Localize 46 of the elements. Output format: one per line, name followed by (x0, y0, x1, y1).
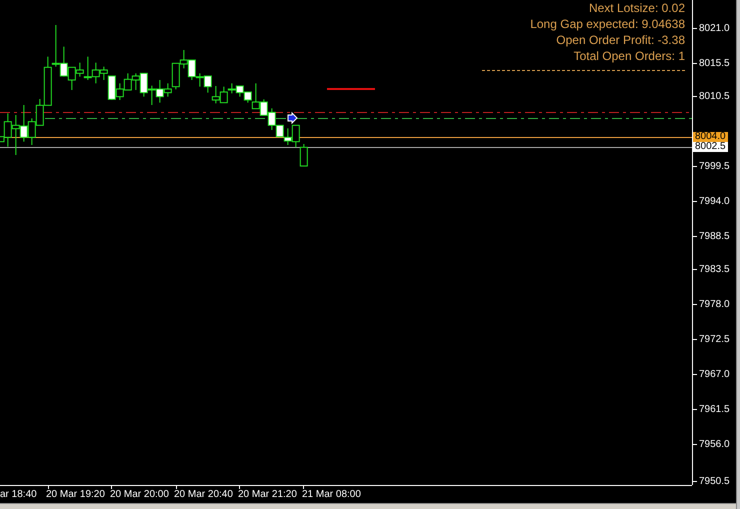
candlestick (132, 72, 140, 90)
candlestick (236, 86, 244, 98)
time-tick-label: 20 Mar 20:40 (174, 489, 233, 500)
candlestick (12, 114, 20, 156)
level-marker-line (327, 88, 375, 90)
price-tick-label: 7972.5 (699, 334, 730, 344)
candlestick (52, 24, 60, 68)
candlestick (292, 124, 300, 148)
candlestick (196, 72, 204, 88)
price-tick-label: 7978.0 (699, 298, 730, 310)
candlestick (284, 128, 292, 146)
candlestick (180, 50, 188, 69)
candlestick (140, 72, 148, 98)
price-tick-label: 7988.5 (699, 230, 730, 242)
candlestick (116, 82, 124, 100)
candlestick (204, 76, 212, 94)
time-tick-label: 20 Mar 20:00 (110, 489, 169, 500)
price-tick-label: 7956.0 (699, 438, 730, 450)
info-text: Long Gap expected: 9.04638 (530, 16, 685, 32)
price-tick-label: 7994.0 (699, 196, 730, 206)
time-tick-label: ar 18:40 (0, 489, 37, 500)
price-tick-label: 7983.5 (699, 264, 730, 274)
price-tick-label: 8015.5 (699, 58, 730, 68)
price-tick-label: 8010.5 (699, 90, 730, 102)
candlestick (188, 60, 196, 80)
info-text: Next Lotsize: 0.02 (588, 0, 685, 16)
candlestick (148, 85, 156, 106)
candlestick (212, 86, 220, 104)
info-text: Total Open Orders: 1 (574, 48, 685, 64)
candlestick (28, 118, 36, 146)
info-text: Open Order Profit: -3.38 (556, 32, 685, 48)
candlestick (60, 46, 68, 78)
arrow-icon (288, 112, 298, 124)
candlestick (124, 72, 132, 90)
time-tick-label: 20 Mar 19:20 (46, 489, 105, 500)
price-tick-label: 8021.0 (699, 22, 730, 34)
candlestick (300, 144, 308, 166)
time-tick-label: 21 Mar 08:00 (302, 489, 361, 500)
price-tick-label: 7961.5 (699, 404, 730, 414)
price-marker-label: 8004.0 (693, 132, 728, 142)
price-tick-label: 7999.5 (699, 160, 730, 172)
price-tick-label: 7950.5 (699, 476, 730, 486)
price-tick-label: 7967.0 (699, 368, 730, 380)
price-marker-label: 8002.5 (693, 142, 728, 152)
candlestick (20, 104, 28, 142)
time-tick-label: 20 Mar 21:20 (238, 489, 297, 500)
